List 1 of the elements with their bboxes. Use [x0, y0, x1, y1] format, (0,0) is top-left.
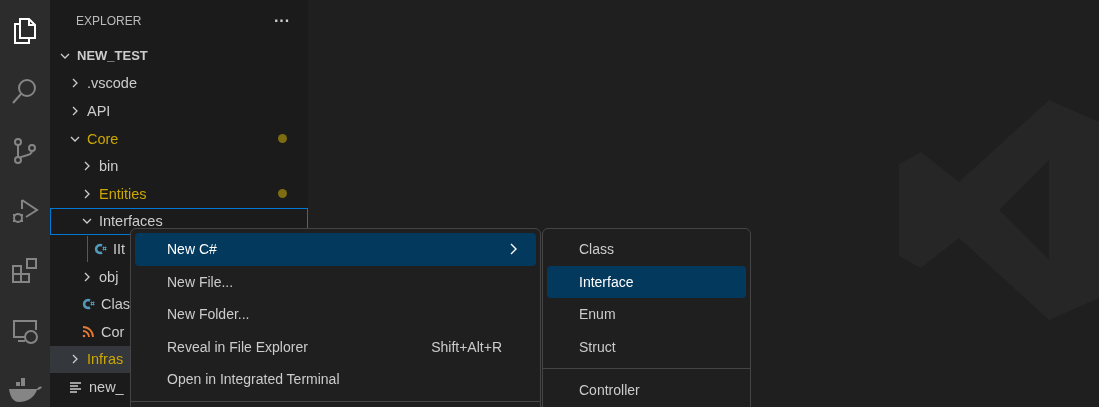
explorer-title: EXPLORER: [76, 14, 142, 28]
